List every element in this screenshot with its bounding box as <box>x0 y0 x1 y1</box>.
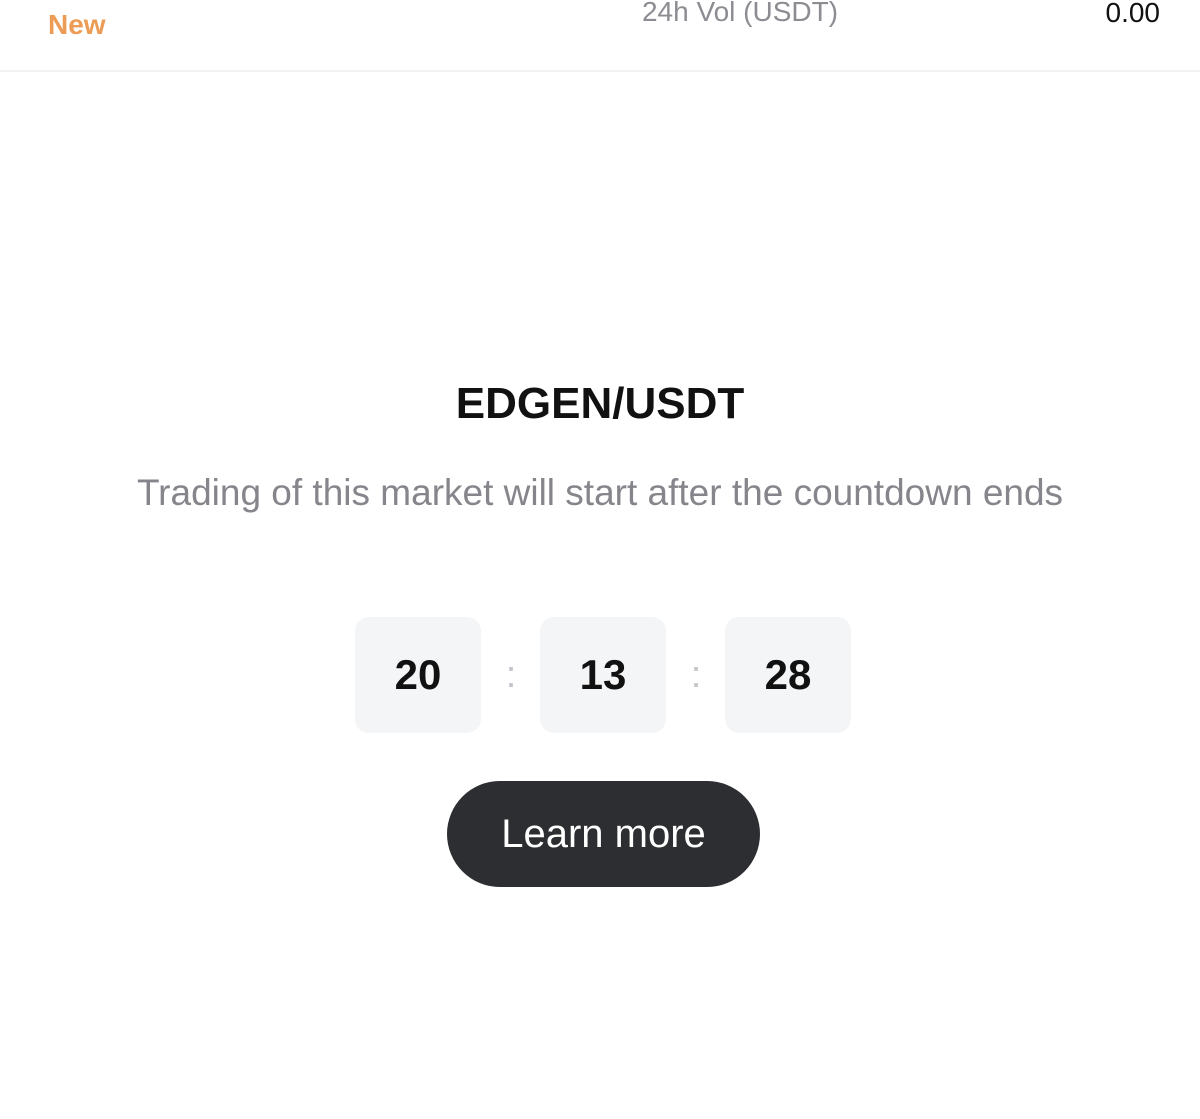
countdown-hours: 20 <box>355 617 481 733</box>
volume-value: 0.00 <box>1105 0 1161 28</box>
countdown-separator: : <box>690 653 702 696</box>
countdown-timer: 20 : 13 : 28 <box>355 617 851 733</box>
countdown-seconds: 28 <box>725 617 851 733</box>
new-tab[interactable]: New <box>48 8 106 42</box>
pre-market-panel: EDGEN/USDT Trading of this market will s… <box>0 72 1200 1119</box>
market-pair-title: EDGEN/USDT <box>455 379 745 428</box>
countdown-separator: : <box>505 653 517 696</box>
top-bar: New 24h Vol (USDT) 0.00 <box>0 0 1200 72</box>
countdown-message: Trading of this market will start after … <box>136 472 1064 513</box>
volume-label: 24h Vol (USDT) <box>641 0 839 27</box>
countdown-minutes: 13 <box>540 617 666 733</box>
learn-more-button[interactable]: Learn more <box>447 781 760 887</box>
